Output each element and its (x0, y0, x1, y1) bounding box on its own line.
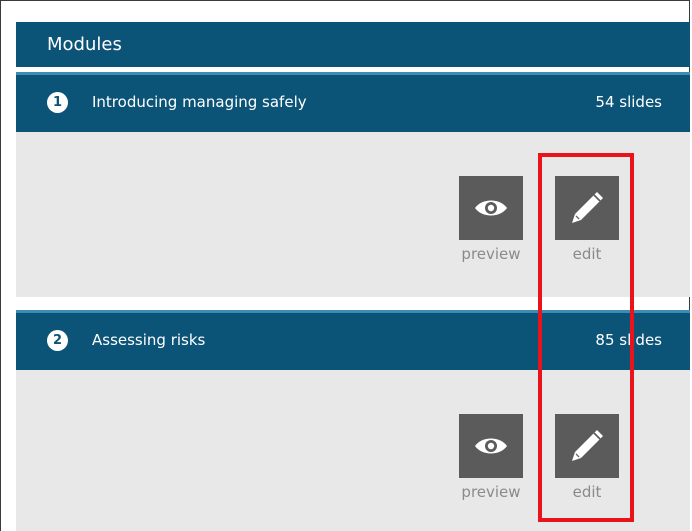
module-number-badge: 1 (47, 92, 68, 113)
preview-button[interactable]: preview (456, 414, 526, 502)
edit-tile[interactable] (555, 414, 619, 478)
module-number-badge: 2 (47, 330, 68, 351)
preview-tile[interactable] (459, 176, 523, 240)
modules-title: Modules (47, 34, 122, 55)
slide-count: 85 slides (595, 331, 662, 349)
edit-label: edit (572, 245, 602, 263)
edit-label: edit (572, 483, 602, 501)
edit-button[interactable]: edit (552, 414, 622, 502)
slide-count: 54 slides (595, 93, 662, 111)
edit-tile[interactable] (555, 176, 619, 240)
edit-button[interactable]: edit (552, 176, 622, 264)
preview-tile[interactable] (459, 414, 523, 478)
preview-label: preview (461, 483, 521, 501)
pencil-icon (572, 192, 603, 223)
module-header-2[interactable]: 2 Assessing risks 85 slides (16, 310, 690, 370)
module-body-1: preview edit (16, 132, 690, 297)
modules-header: Modules (16, 22, 690, 67)
eye-icon (475, 200, 507, 216)
module-body-2: preview edit (16, 370, 690, 531)
preview-button[interactable]: preview (456, 176, 526, 264)
module-header-1[interactable]: 1 Introducing managing safely 54 slides (16, 72, 690, 132)
module-title: Introducing managing safely (92, 93, 307, 111)
preview-label: preview (461, 245, 521, 263)
module-title: Assessing risks (92, 331, 206, 349)
eye-icon (475, 438, 507, 454)
pencil-icon (572, 430, 603, 461)
